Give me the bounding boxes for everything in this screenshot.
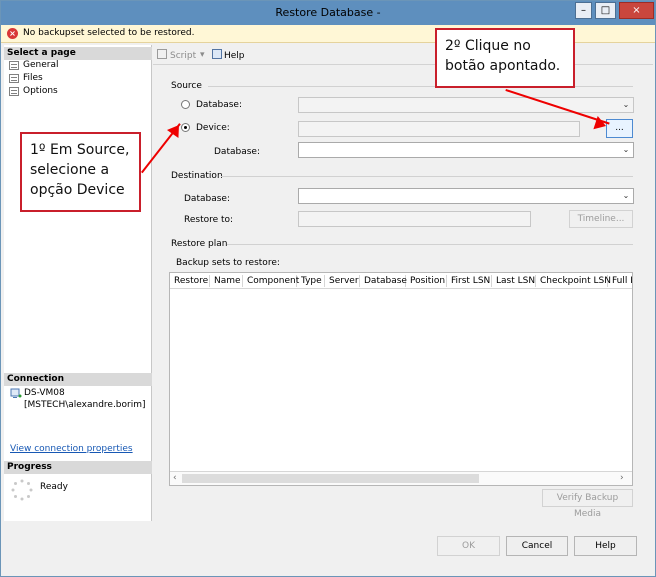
page-files-label: Files [23, 73, 43, 83]
chevron-down-icon: ⌄ [622, 191, 630, 200]
cancel-button[interactable]: Cancel [506, 536, 568, 556]
chevron-down-icon: ⌄ [622, 145, 630, 154]
window-title: Restore Database - [275, 6, 381, 19]
destination-database-select[interactable]: ⌄ [298, 188, 634, 204]
source-database-select[interactable]: ⌄ [298, 97, 634, 113]
script-icon [157, 49, 167, 59]
restore-plan-divider [227, 244, 633, 245]
browse-device-button[interactable]: ... [606, 119, 633, 138]
page-options[interactable]: Options [8, 85, 58, 98]
column-header[interactable]: Name [210, 275, 243, 287]
help-button-bottom[interactable]: Help [574, 536, 637, 556]
destination-divider [221, 176, 633, 177]
horizontal-scrollbar[interactable]: ‹ › [170, 471, 632, 485]
column-header[interactable]: Checkpoint LSN [536, 275, 611, 287]
main-pane: Script ▾ Help Source Database: ⌄ Device:… [153, 45, 653, 522]
device-path-input[interactable] [298, 121, 580, 137]
progress-status: Ready [40, 482, 68, 492]
close-button[interactable]: × [619, 2, 654, 19]
column-header[interactable]: Position [406, 275, 447, 287]
progress-heading: Progress [4, 461, 152, 474]
ok-button[interactable]: OK [437, 536, 500, 556]
title-bar: Restore Database - – □ × [1, 1, 655, 25]
restore-plan-heading: Restore plan [171, 239, 228, 249]
page-icon [9, 61, 19, 70]
scroll-right-icon[interactable]: › [620, 472, 624, 484]
page-general-label: General [23, 60, 59, 70]
warning-text: No backupset selected to be restored. [23, 28, 195, 38]
page-icon [9, 74, 19, 83]
chevron-down-icon: ⌄ [622, 100, 630, 109]
progress-spinner-icon [11, 479, 33, 501]
source-heading: Source [171, 81, 202, 91]
server-icon [10, 387, 22, 399]
column-header[interactable]: Restore [170, 275, 210, 287]
script-button[interactable]: Script [157, 49, 197, 61]
verify-backup-media-button[interactable]: Verify Backup Media [542, 489, 633, 519]
column-header[interactable]: Type [297, 275, 325, 287]
restore-to-input[interactable] [298, 211, 531, 227]
scroll-left-icon[interactable]: ‹ [173, 472, 177, 484]
script-dropdown[interactable]: ▾ [200, 49, 209, 61]
destination-database-label: Database: [184, 194, 230, 204]
maximize-button[interactable]: □ [595, 2, 616, 19]
view-connection-properties-link[interactable]: View connection properties [10, 443, 133, 455]
help-label: Help [224, 51, 245, 61]
column-header[interactable]: Full LS [608, 275, 632, 287]
page-icon [9, 87, 19, 96]
backup-sets-grid[interactable]: Restore Name Component Type Server Datab… [169, 272, 633, 486]
column-header[interactable]: Component [243, 275, 299, 287]
device-label: Device: [196, 123, 230, 133]
error-icon: × [7, 28, 18, 39]
step-1-callout: 1º Em Source, selecione a opção Device [20, 132, 141, 212]
database-radio[interactable] [181, 100, 190, 109]
device-database-label: Database: [214, 147, 260, 157]
page-general[interactable]: General [8, 59, 58, 72]
connection-heading: Connection [4, 373, 152, 386]
left-pane: Select a page General Files Options Conn… [4, 45, 152, 521]
server-name: DS-VM08 [24, 388, 65, 398]
column-header[interactable]: Database [360, 275, 407, 287]
column-header[interactable]: Server [325, 275, 360, 287]
restore-to-label: Restore to: [184, 215, 234, 225]
destination-heading: Destination [171, 171, 223, 181]
device-database-select[interactable]: ⌄ [298, 142, 634, 158]
page-options-label: Options [23, 86, 58, 96]
timeline-button[interactable]: Timeline... [569, 210, 633, 228]
help-button[interactable]: Help [212, 49, 248, 61]
connection-user: [MSTECH\alexandre.borim] [24, 400, 146, 410]
minimize-button[interactable]: – [575, 2, 592, 19]
backup-sets-label: Backup sets to restore: [176, 258, 280, 268]
page-files[interactable]: Files [8, 72, 43, 85]
column-header[interactable]: First LSN [447, 275, 492, 287]
script-label: Script [170, 51, 197, 61]
toolbar: Script ▾ Help [153, 45, 653, 65]
help-icon [212, 49, 222, 59]
backup-sets-header: Restore Name Component Type Server Datab… [170, 273, 632, 289]
step-2-callout: 2º Clique no botão apontado. [435, 28, 575, 88]
restore-database-window: Restore Database - – □ × × No backupset … [0, 0, 656, 577]
column-header[interactable]: Last LSN [492, 275, 536, 287]
source-database-label: Database: [196, 100, 242, 110]
scroll-thumb[interactable] [182, 474, 479, 483]
